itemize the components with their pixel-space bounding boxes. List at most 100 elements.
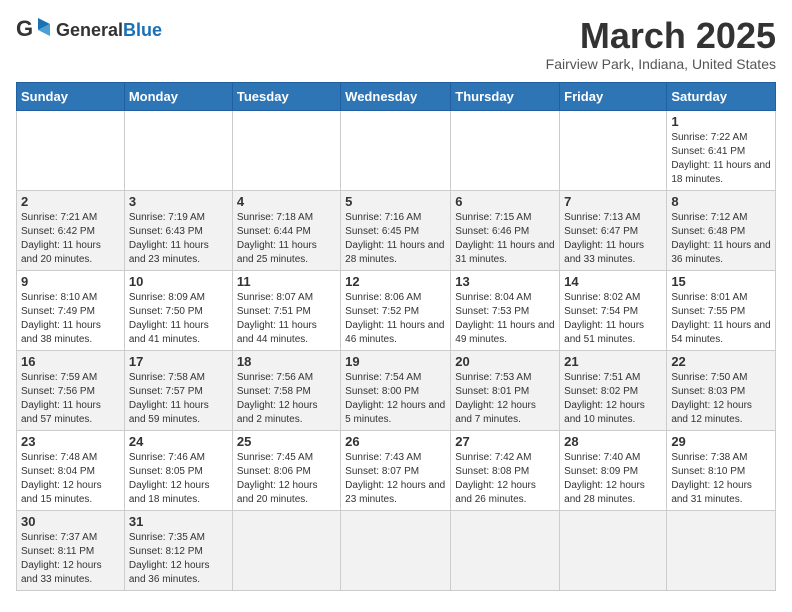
calendar-cell [232,110,340,190]
day-info: Sunrise: 7:59 AM Sunset: 7:56 PM Dayligh… [21,371,120,427]
calendar-cell [451,510,560,590]
calendar-cell: 16 Sunrise: 7:59 AM Sunset: 7:56 PM Dayli… [17,350,125,430]
title-block: March 2025 Fairview Park, Indiana, Unite… [546,16,776,72]
day-info: Sunrise: 7:58 AM Sunset: 7:57 PM Dayligh… [129,371,228,427]
calendar-cell: 18 Sunrise: 7:56 AM Sunset: 7:58 PM Dayli… [232,350,340,430]
day-info: Sunrise: 8:09 AM Sunset: 7:50 PM Dayligh… [129,291,228,347]
day-info: Sunrise: 8:01 AM Sunset: 7:55 PM Dayligh… [671,291,771,347]
calendar-cell: 20Sunrise: 7:53 AM Sunset: 8:01 PM Dayli… [451,350,560,430]
day-info: Sunrise: 8:02 AM Sunset: 7:54 PM Dayligh… [564,291,662,347]
calendar: SundayMondayTuesdayWednesdayThursdayFrid… [16,82,776,591]
weekday-header-thursday: Thursday [451,82,560,110]
day-number: 23 [21,434,120,449]
day-number: 30 [21,514,120,529]
day-info: Sunrise: 7:12 AM Sunset: 6:48 PM Dayligh… [671,211,771,267]
day-info: Sunrise: 8:04 AM Sunset: 7:53 PM Dayligh… [455,291,555,347]
weekday-header-saturday: Saturday [667,82,776,110]
day-number: 25 [237,434,336,449]
day-number: 6 [455,194,555,209]
week-row-2: 2Sunrise: 7:21 AM Sunset: 6:42 PM Daylig… [17,190,776,270]
day-info: Sunrise: 7:35 AM Sunset: 8:12 PM Dayligh… [129,531,228,587]
calendar-cell: 1Sunrise: 7:22 AM Sunset: 6:41 PM Daylig… [667,110,776,190]
weekday-header-sunday: Sunday [17,82,125,110]
day-number: 2 [21,194,120,209]
calendar-cell [341,510,451,590]
day-number: 18 [237,354,336,369]
calendar-cell [560,510,667,590]
day-number: 22 [671,354,771,369]
calendar-cell [560,110,667,190]
calendar-cell: 14 Sunrise: 8:02 AM Sunset: 7:54 PM Dayli… [560,270,667,350]
day-number: 5 [345,194,446,209]
day-info: Sunrise: 8:10 AM Sunset: 7:49 PM Dayligh… [21,291,120,347]
day-number: 9 [21,274,120,289]
day-number: 28 [564,434,662,449]
location: Fairview Park, Indiana, United States [546,56,776,72]
day-number: 26 [345,434,446,449]
day-info: Sunrise: 8:06 AM Sunset: 7:52 PM Dayligh… [345,291,446,347]
calendar-cell: 9 Sunrise: 8:10 AM Sunset: 7:49 PM Daylig… [17,270,125,350]
week-row-3: 9 Sunrise: 8:10 AM Sunset: 7:49 PM Daylig… [17,270,776,350]
day-info: Sunrise: 7:45 AM Sunset: 8:06 PM Dayligh… [237,451,336,507]
day-number: 4 [237,194,336,209]
calendar-cell: 12 Sunrise: 8:06 AM Sunset: 7:52 PM Dayli… [341,270,451,350]
day-info: Sunrise: 7:18 AM Sunset: 6:44 PM Dayligh… [237,211,336,267]
calendar-cell: 22 Sunrise: 7:50 AM Sunset: 8:03 PM Dayli… [667,350,776,430]
day-info: Sunrise: 7:56 AM Sunset: 7:58 PM Dayligh… [237,371,336,427]
calendar-cell [124,110,232,190]
day-info: Sunrise: 7:50 AM Sunset: 8:03 PM Dayligh… [671,371,771,427]
day-info: Sunrise: 7:38 AM Sunset: 8:10 PM Dayligh… [671,451,771,507]
day-number: 27 [455,434,555,449]
calendar-cell: 11Sunrise: 8:07 AM Sunset: 7:51 PM Dayli… [232,270,340,350]
day-number: 24 [129,434,228,449]
calendar-cell: 13 Sunrise: 8:04 AM Sunset: 7:53 PM Dayli… [451,270,560,350]
day-info: Sunrise: 7:16 AM Sunset: 6:45 PM Dayligh… [345,211,446,267]
calendar-cell: 27Sunrise: 7:42 AM Sunset: 8:08 PM Dayli… [451,430,560,510]
calendar-cell: 25 Sunrise: 7:45 AM Sunset: 8:06 PM Dayli… [232,430,340,510]
calendar-cell: 6 Sunrise: 7:15 AM Sunset: 6:46 PM Daylig… [451,190,560,270]
week-row-6: 30Sunrise: 7:37 AM Sunset: 8:11 PM Dayli… [17,510,776,590]
week-row-1: 1Sunrise: 7:22 AM Sunset: 6:41 PM Daylig… [17,110,776,190]
day-number: 21 [564,354,662,369]
logo-text: GeneralBlue [56,21,162,39]
calendar-cell: 23 Sunrise: 7:48 AM Sunset: 8:04 PM Dayli… [17,430,125,510]
day-info: Sunrise: 7:51 AM Sunset: 8:02 PM Dayligh… [564,371,662,427]
calendar-cell: 30Sunrise: 7:37 AM Sunset: 8:11 PM Dayli… [17,510,125,590]
day-number: 16 [21,354,120,369]
calendar-cell: 4 Sunrise: 7:18 AM Sunset: 6:44 PM Daylig… [232,190,340,270]
day-info: Sunrise: 7:13 AM Sunset: 6:47 PM Dayligh… [564,211,662,267]
day-info: Sunrise: 7:43 AM Sunset: 8:07 PM Dayligh… [345,451,446,507]
day-number: 15 [671,274,771,289]
weekday-header-monday: Monday [124,82,232,110]
calendar-cell: 2Sunrise: 7:21 AM Sunset: 6:42 PM Daylig… [17,190,125,270]
day-number: 14 [564,274,662,289]
day-number: 7 [564,194,662,209]
calendar-cell: 10 Sunrise: 8:09 AM Sunset: 7:50 PM Dayli… [124,270,232,350]
day-number: 13 [455,274,555,289]
weekday-header-tuesday: Tuesday [232,82,340,110]
calendar-cell: 21 Sunrise: 7:51 AM Sunset: 8:02 PM Dayli… [560,350,667,430]
calendar-cell: 15 Sunrise: 8:01 AM Sunset: 7:55 PM Dayli… [667,270,776,350]
day-info: Sunrise: 7:48 AM Sunset: 8:04 PM Dayligh… [21,451,120,507]
day-number: 12 [345,274,446,289]
logo-icon: G [16,16,52,44]
day-info: Sunrise: 7:46 AM Sunset: 8:05 PM Dayligh… [129,451,228,507]
day-info: Sunrise: 7:15 AM Sunset: 6:46 PM Dayligh… [455,211,555,267]
day-number: 10 [129,274,228,289]
calendar-cell [232,510,340,590]
page-header: G GeneralBlue March 2025 Fairview Park, … [16,16,776,72]
calendar-cell: 29Sunrise: 7:38 AM Sunset: 8:10 PM Dayli… [667,430,776,510]
day-info: Sunrise: 7:40 AM Sunset: 8:09 PM Dayligh… [564,451,662,507]
week-row-4: 16 Sunrise: 7:59 AM Sunset: 7:56 PM Dayli… [17,350,776,430]
calendar-cell [667,510,776,590]
day-number: 19 [345,354,446,369]
weekday-header-friday: Friday [560,82,667,110]
day-number: 17 [129,354,228,369]
week-row-5: 23 Sunrise: 7:48 AM Sunset: 8:04 PM Dayli… [17,430,776,510]
month-title: March 2025 [546,16,776,56]
day-info: Sunrise: 7:53 AM Sunset: 8:01 PM Dayligh… [455,371,555,427]
calendar-cell [451,110,560,190]
calendar-cell: 28 Sunrise: 7:40 AM Sunset: 8:09 PM Dayli… [560,430,667,510]
weekday-header-wednesday: Wednesday [341,82,451,110]
calendar-cell [17,110,125,190]
